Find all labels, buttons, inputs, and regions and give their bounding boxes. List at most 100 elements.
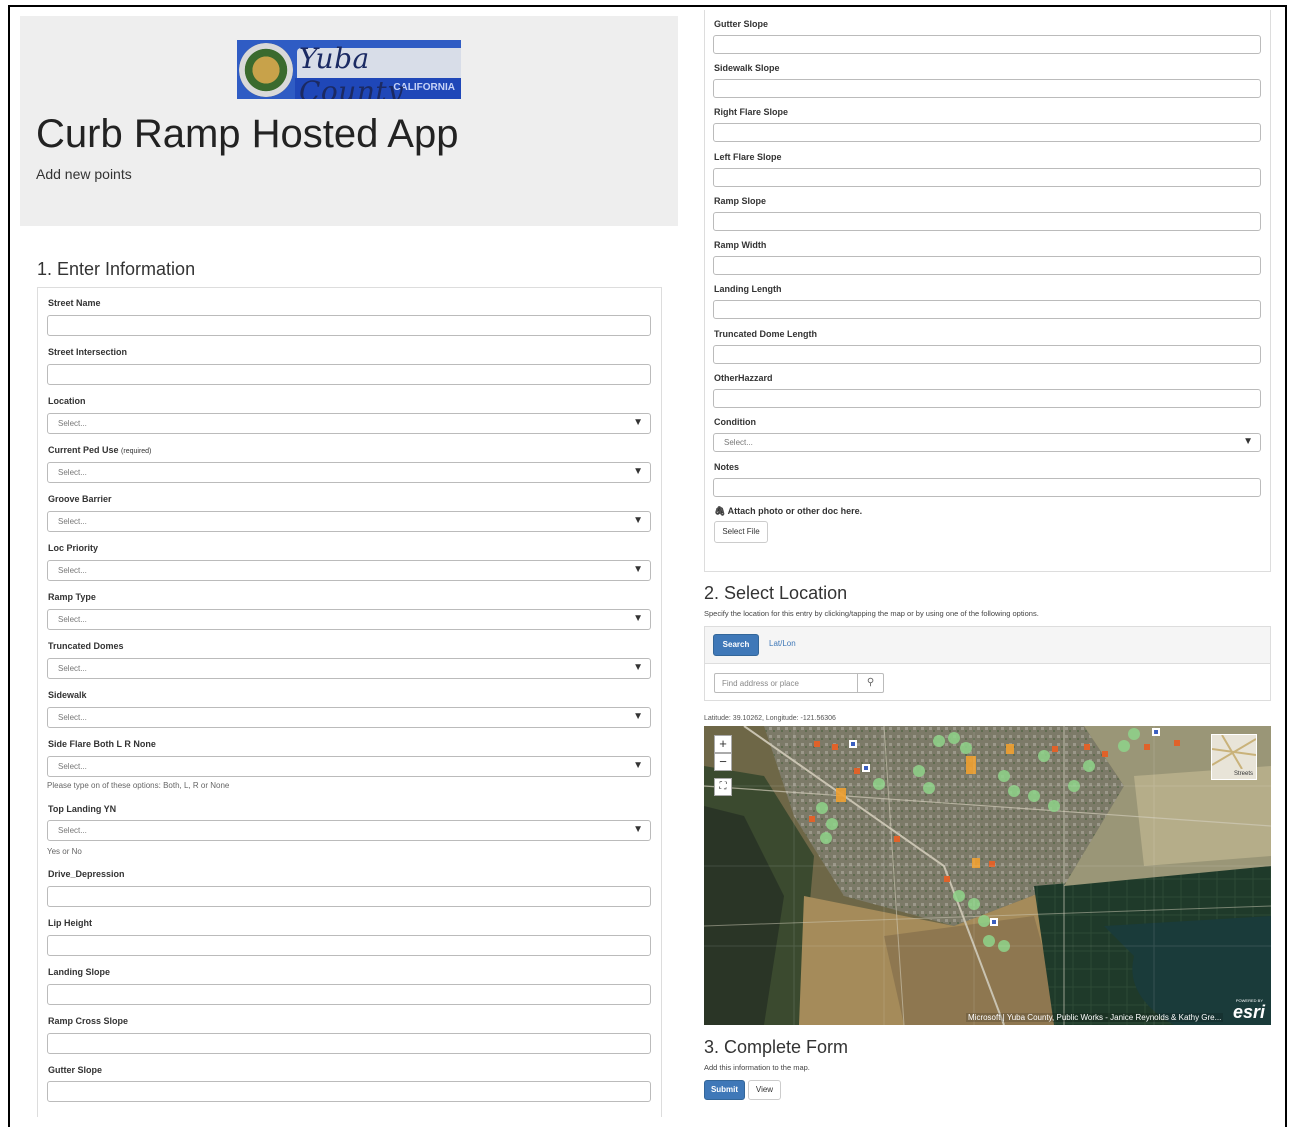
coordinates-readout: Latitude: 39.10262, Longitude: -121.5630…	[704, 715, 836, 722]
location-map[interactable]: + − ⛶ Streets Microsoft | Yuba County, P…	[704, 726, 1271, 1025]
zoom-in-button[interactable]: +	[714, 735, 732, 753]
condition-select[interactable]: Select... ▼	[713, 433, 1261, 452]
label-notes: Notes	[714, 462, 740, 472]
select-placeholder: Select...	[724, 438, 753, 447]
esri-logo: esri	[1232, 1002, 1265, 1022]
label-loc-priority: Loc Priority	[48, 543, 99, 553]
select-placeholder: Select...	[58, 713, 87, 722]
zoom-out-button[interactable]: −	[714, 753, 732, 771]
view-button[interactable]: View	[748, 1080, 781, 1100]
label-truncated-domes: Truncated Domes	[48, 641, 124, 651]
truncated-domes-select[interactable]: Select... ▼	[47, 658, 651, 679]
location-select[interactable]: Select... ▼	[47, 413, 651, 434]
label-current-ped-use: Current Ped Use (required)	[48, 445, 151, 455]
right-flare-slope-input[interactable]	[713, 123, 1261, 142]
satellite-imagery	[704, 726, 1271, 1025]
lip-height-input[interactable]	[47, 935, 651, 956]
location-tabs-panel: Search Lat/Lon Find address or place ⚲	[704, 626, 1271, 701]
dropdown-arrow-icon: ▼	[633, 613, 643, 624]
left-flare-slope-input[interactable]	[713, 168, 1261, 187]
select-file-button[interactable]: Select File	[714, 521, 768, 543]
section-2-heading: 2. Select Location	[704, 583, 848, 603]
dropdown-arrow-icon: ▼	[633, 515, 643, 526]
ramp-cross-slope-input[interactable]	[47, 1033, 651, 1054]
county-seal-icon	[239, 43, 293, 97]
label-gutter-slope: Gutter Slope	[714, 19, 769, 29]
select-location-instructions: Specify the location for this entry by c…	[704, 609, 1039, 618]
loc-priority-select[interactable]: Select... ▼	[47, 560, 651, 581]
map-attribution: Microsoft | Yuba County, Public Works - …	[966, 1013, 1224, 1022]
label-street-name: Street Name	[48, 298, 101, 308]
gutter-slope-input-left[interactable]	[47, 1081, 651, 1102]
sidewalk-select[interactable]: Select... ▼	[47, 707, 651, 728]
landing-length-input[interactable]	[713, 300, 1261, 319]
select-placeholder: Select...	[58, 615, 87, 624]
select-placeholder: Select...	[58, 419, 87, 428]
side-flare-select[interactable]: Select... ▼	[47, 756, 651, 777]
label-gutter-slope-left: Gutter Slope	[48, 1065, 103, 1075]
label-sidewalk-slope: Sidewalk Slope	[714, 63, 780, 73]
label-sidewalk: Sidewalk	[48, 690, 87, 700]
drive-depression-input[interactable]	[47, 886, 651, 907]
attach-text: Attach photo or other doc here.	[727, 506, 863, 516]
dropdown-arrow-icon: ▼	[633, 417, 643, 428]
yuba-county-logo: Yuba County CALIFORNIA	[237, 40, 461, 99]
label-truncated-dome-length: Truncated Dome Length	[714, 329, 818, 339]
section-1-heading: 1. Enter Information	[37, 259, 196, 279]
header-jumbotron: Yuba County CALIFORNIA Curb Ramp Hosted …	[20, 16, 678, 226]
top-landing-select[interactable]: Select... ▼	[47, 820, 651, 841]
tab-search[interactable]: Search	[713, 634, 759, 656]
street-intersection-input[interactable]	[47, 364, 651, 385]
dropdown-arrow-icon: ▼	[633, 564, 643, 575]
ramp-type-select[interactable]: Select... ▼	[47, 609, 651, 630]
page-title: Curb Ramp Hosted App	[36, 112, 459, 156]
current-ped-use-select[interactable]: Select... ▼	[47, 462, 651, 483]
search-input[interactable]: Find address or place	[714, 673, 858, 693]
side-flare-help: Please type on of these options: Both, L…	[47, 781, 230, 790]
select-placeholder: Select...	[58, 468, 87, 477]
top-landing-help: Yes or No	[47, 847, 82, 856]
label-groove-barrier: Groove Barrier	[48, 494, 112, 504]
landing-slope-input[interactable]	[47, 984, 651, 1005]
current-ped-use-text: Current Ped Use	[48, 445, 119, 455]
select-placeholder: Select...	[58, 826, 87, 835]
complete-form-instructions: Add this information to the map.	[704, 1063, 810, 1072]
select-placeholder: Select...	[58, 762, 87, 771]
truncated-dome-length-input[interactable]	[713, 345, 1261, 364]
attach-label: 🖇 Attach photo or other doc here.	[714, 506, 862, 517]
label-landing-length: Landing Length	[714, 284, 782, 294]
sidewalk-slope-input[interactable]	[713, 79, 1261, 98]
select-placeholder: Select...	[58, 517, 87, 526]
dropdown-arrow-icon: ▼	[633, 760, 643, 771]
dropdown-arrow-icon: ▼	[633, 711, 643, 722]
label-ramp-type: Ramp Type	[48, 592, 96, 602]
select-placeholder: Select...	[58, 566, 87, 575]
label-ramp-width: Ramp Width	[714, 240, 767, 250]
label-left-flare-slope: Left Flare Slope	[714, 152, 782, 162]
ramp-width-input[interactable]	[713, 256, 1261, 275]
tab-latlon[interactable]: Lat/Lon	[769, 639, 796, 648]
basemap-label: Streets	[1233, 771, 1253, 777]
label-ramp-slope: Ramp Slope	[714, 196, 767, 206]
basemap-toggle[interactable]: Streets	[1211, 734, 1257, 780]
street-name-input[interactable]	[47, 315, 651, 336]
label-drive-depression: Drive_Depression	[48, 869, 125, 879]
notes-input[interactable]	[713, 478, 1261, 497]
dropdown-arrow-icon: ▼	[633, 824, 643, 835]
label-location: Location	[48, 396, 86, 406]
label-other-hazzard: OtherHazzard	[714, 373, 773, 383]
ramp-slope-input[interactable]	[713, 212, 1261, 231]
label-ramp-cross-slope: Ramp Cross Slope	[48, 1016, 129, 1026]
dropdown-arrow-icon: ▼	[633, 662, 643, 673]
required-note: (required)	[121, 448, 152, 455]
label-landing-slope: Landing Slope	[48, 967, 110, 977]
fullscreen-icon[interactable]: ⛶	[714, 778, 732, 796]
logo-text: Yuba County	[299, 42, 404, 99]
groove-barrier-select[interactable]: Select... ▼	[47, 511, 651, 532]
section-3-heading: 3. Complete Form	[704, 1037, 849, 1057]
gutter-slope-input[interactable]	[713, 35, 1261, 54]
search-icon[interactable]: ⚲	[857, 673, 884, 693]
other-hazzard-input[interactable]	[713, 389, 1261, 408]
label-right-flare-slope: Right Flare Slope	[714, 107, 789, 117]
submit-button[interactable]: Submit	[704, 1080, 745, 1100]
